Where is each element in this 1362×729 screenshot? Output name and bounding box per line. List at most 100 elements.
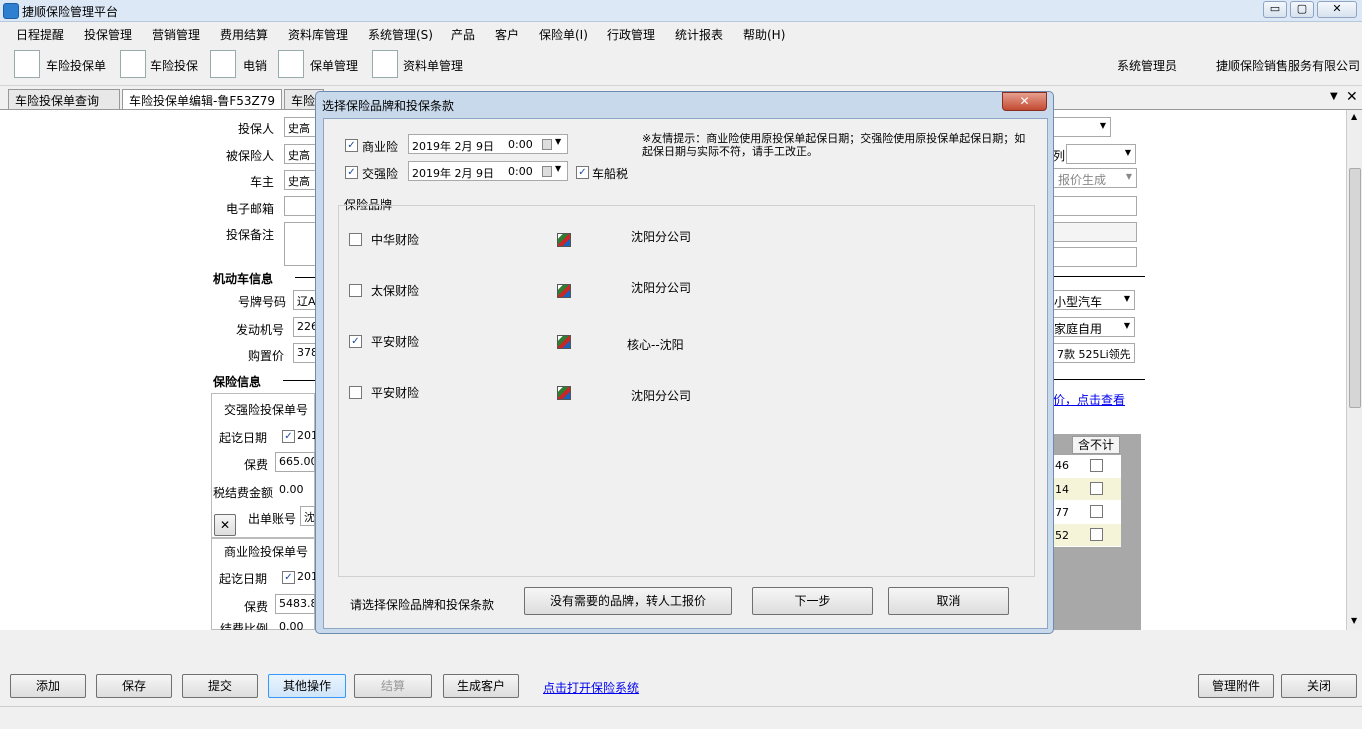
- grid-cell: 14: [1055, 483, 1069, 496]
- toolbar-telesales[interactable]: 电销: [243, 57, 267, 74]
- toolbar-car-policy[interactable]: 车险投保单: [46, 57, 106, 74]
- chevron-down-icon[interactable]: ▼: [555, 137, 561, 146]
- chevron-down-icon[interactable]: ▼: [555, 164, 561, 173]
- close-window-button[interactable]: ✕: [1317, 1, 1357, 18]
- compulsory-label: 交强险: [362, 167, 399, 181]
- right-partial-label: 列: [1053, 149, 1066, 163]
- brand-logo-icon: [557, 386, 571, 400]
- grid-header-excl: 含不计: [1072, 436, 1120, 454]
- grid-checkbox[interactable]: [1090, 459, 1103, 472]
- add-button[interactable]: 添加: [10, 674, 86, 698]
- usage-select[interactable]: 家庭自用: [1053, 317, 1135, 337]
- owner-label: 车主: [250, 175, 275, 189]
- vehicle-section-title: 机动车信息: [213, 272, 274, 286]
- maximize-button[interactable]: ▢: [1290, 1, 1314, 18]
- scroll-up-icon[interactable]: ▲: [1351, 112, 1357, 121]
- settle-button[interactable]: 结算: [354, 674, 432, 698]
- calendar-icon[interactable]: [542, 139, 552, 150]
- brand-checkbox[interactable]: [349, 386, 362, 399]
- compulsory-checkbox[interactable]: ✓: [345, 166, 358, 179]
- document-icon[interactable]: [372, 50, 398, 78]
- engine-label: 发动机号: [236, 323, 285, 337]
- menu-reports[interactable]: 统计报表: [675, 26, 723, 43]
- view-quote-link[interactable]: 价，点击查看: [1053, 391, 1125, 408]
- grid-checkbox[interactable]: [1090, 505, 1103, 518]
- remark-label: 投保备注: [226, 228, 275, 242]
- close-button[interactable]: 关闭: [1281, 674, 1357, 698]
- tab-list-icon[interactable]: ▼: [1330, 91, 1338, 102]
- vehicle-type-select[interactable]: 小型汽车: [1053, 290, 1135, 310]
- scroll-down-icon[interactable]: ▼: [1351, 616, 1357, 625]
- brand-checkbox[interactable]: ✓: [349, 335, 362, 348]
- vehicle-tax-checkbox[interactable]: ✓: [576, 166, 589, 179]
- submit-button[interactable]: 提交: [182, 674, 258, 698]
- toolbar-policy-mgmt[interactable]: 保单管理: [310, 57, 358, 74]
- grid-checkbox[interactable]: [1090, 482, 1103, 495]
- next-button[interactable]: 下一步: [752, 587, 873, 615]
- menu-help[interactable]: 帮助(H): [743, 26, 785, 43]
- tab-close-icon[interactable]: ✕: [1346, 89, 1358, 105]
- generate-customer-button[interactable]: 生成客户: [443, 674, 519, 698]
- right-field-3[interactable]: [1053, 247, 1137, 267]
- scroll-thumb[interactable]: [1349, 168, 1361, 408]
- remove-ci-icon[interactable]: ✕: [214, 514, 236, 536]
- vertical-scrollbar[interactable]: ▲ ▼: [1346, 110, 1362, 630]
- menu-library[interactable]: 资料库管理: [288, 26, 348, 43]
- manage-attachments-button[interactable]: 管理附件: [1198, 674, 1274, 698]
- car-policy-icon[interactable]: [14, 50, 40, 78]
- compulsory-date-picker[interactable]: 2019年 2月 9日 0:00 ▼: [408, 161, 568, 181]
- menu-marketing[interactable]: 营销管理: [152, 26, 200, 43]
- pencil-doc-icon[interactable]: [120, 50, 146, 78]
- right-select-1[interactable]: [1053, 117, 1111, 137]
- manual-quote-button[interactable]: 没有需要的品牌，转人工报价: [524, 587, 732, 615]
- menu-schedule[interactable]: 日程提醒: [16, 26, 64, 43]
- menu-product[interactable]: 产品: [451, 26, 475, 43]
- menu-policy[interactable]: 保险单(I): [539, 26, 588, 43]
- ci-premium-field[interactable]: 665.00: [275, 452, 315, 472]
- brand-checkbox[interactable]: [349, 284, 362, 297]
- contact-card-icon[interactable]: [210, 50, 236, 78]
- menu-fee-settlement[interactable]: 费用结算: [220, 26, 268, 43]
- toolbar-car-insure[interactable]: 车险投保: [150, 57, 198, 74]
- bi-date-label: 起讫日期: [219, 572, 268, 586]
- notepad-icon[interactable]: [278, 50, 304, 78]
- ratio-label: 结费比例: [220, 622, 269, 630]
- dialog-close-button[interactable]: ✕: [1002, 92, 1047, 111]
- ci-date-checkbox[interactable]: ✓: [282, 430, 295, 443]
- compulsory-time: 0:00: [508, 165, 533, 178]
- menu-customer[interactable]: 客户: [495, 26, 519, 43]
- commercial-date-picker[interactable]: 2019年 2月 9日 0:00 ▼: [408, 134, 568, 154]
- current-user: 系统管理员: [1117, 59, 1178, 73]
- bi-date-checkbox[interactable]: ✓: [282, 571, 295, 584]
- bi-premium-label: 保费: [244, 600, 269, 614]
- model-field[interactable]: 7款 525Li领先: [1053, 343, 1135, 363]
- menu-insurance-mgmt[interactable]: 投保管理: [84, 26, 132, 43]
- insurance-section-title: 保险信息: [213, 375, 262, 389]
- applicant-label: 投保人: [238, 122, 275, 136]
- quote-generate-select[interactable]: 报价生成: [1053, 168, 1137, 188]
- commercial-label: 商业险: [362, 140, 399, 154]
- calendar-icon[interactable]: [542, 166, 552, 177]
- status-bar: [0, 706, 1362, 729]
- right-select-2[interactable]: [1066, 144, 1136, 164]
- bi-premium-field[interactable]: 5483.8: [275, 594, 315, 614]
- tab-policy-edit[interactable]: 车险投保单编辑-鲁F53Z79: [122, 89, 282, 109]
- open-insurance-system-link[interactable]: 点击打开保险系统: [543, 679, 639, 696]
- right-field-email[interactable]: [1053, 196, 1137, 216]
- tab-policy-query[interactable]: 车险投保单查询: [8, 89, 120, 109]
- brand-logo-icon: [557, 335, 571, 349]
- right-field-remark[interactable]: [1053, 222, 1137, 242]
- menu-system[interactable]: 系统管理(S): [368, 26, 433, 43]
- brand-name: 平安财险: [371, 335, 420, 349]
- cancel-button[interactable]: 取消: [888, 587, 1009, 615]
- brand-checkbox[interactable]: [349, 233, 362, 246]
- minimize-button[interactable]: ▭: [1263, 1, 1287, 18]
- grid-checkbox[interactable]: [1090, 528, 1103, 541]
- save-button[interactable]: 保存: [96, 674, 172, 698]
- commercial-checkbox[interactable]: ✓: [345, 139, 358, 152]
- menu-admin[interactable]: 行政管理: [607, 26, 655, 43]
- brand-branch: 沈阳分公司: [631, 281, 692, 295]
- account-field[interactable]: 沈: [300, 506, 315, 526]
- toolbar-docs-mgmt[interactable]: 资料单管理: [403, 57, 463, 74]
- other-actions-button[interactable]: 其他操作: [268, 674, 346, 698]
